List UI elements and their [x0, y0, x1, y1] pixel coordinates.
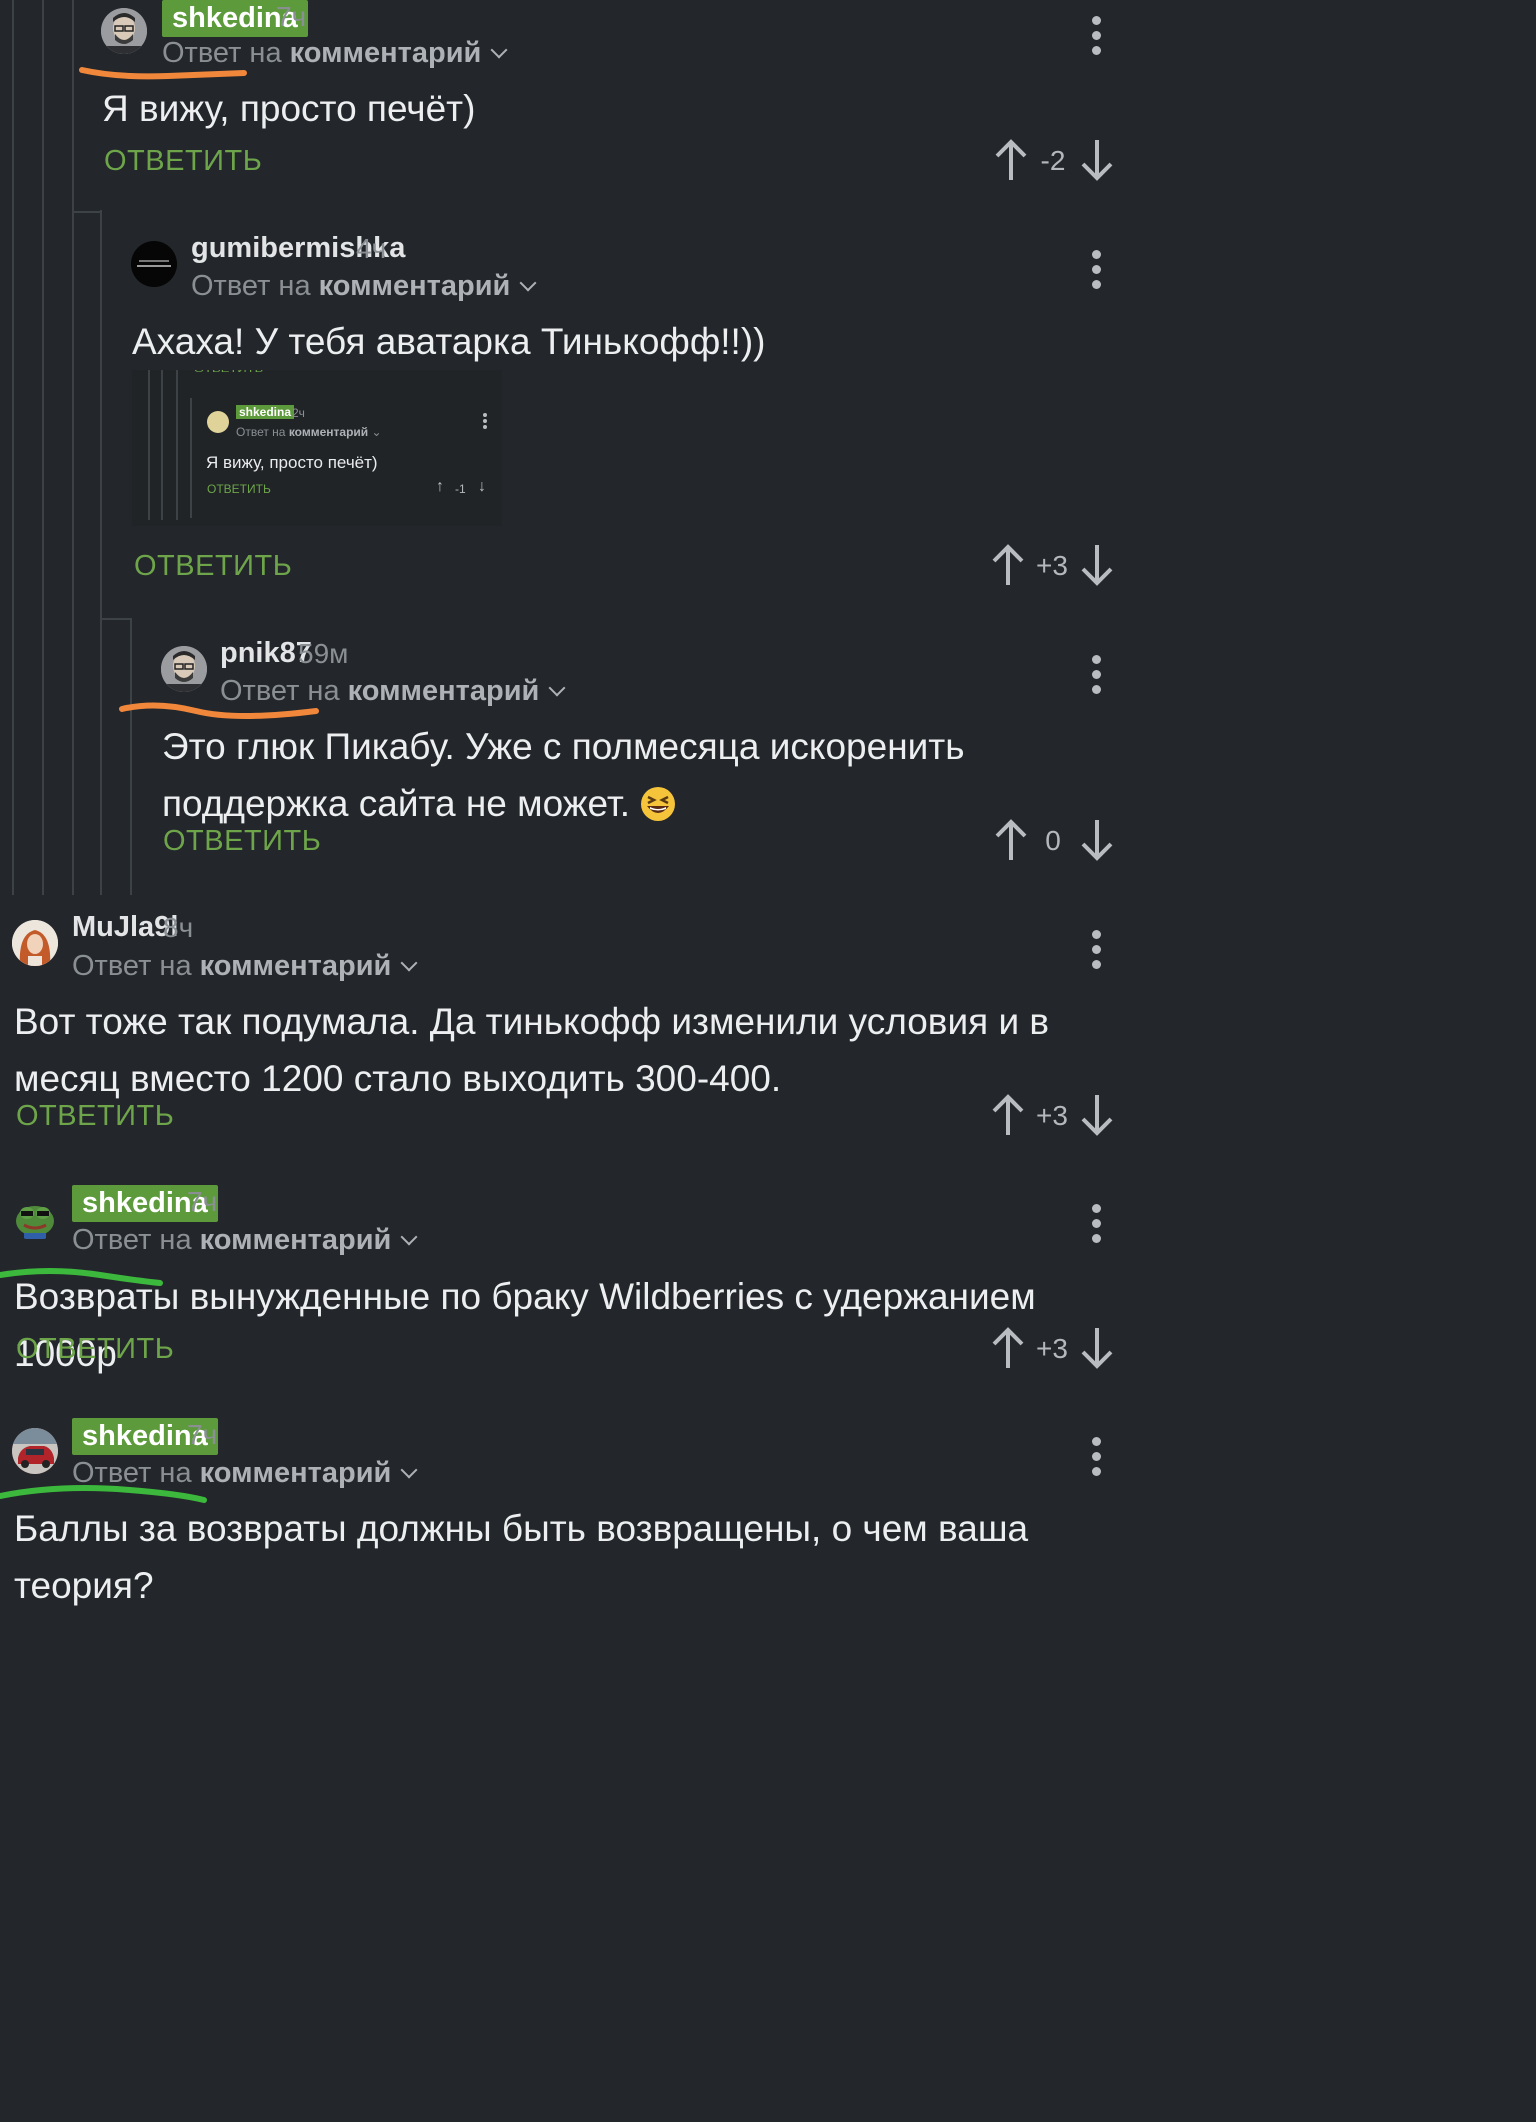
comment-time: 8ч: [163, 912, 194, 943]
chevron-down-icon: [490, 41, 508, 59]
embedded-avatar: [207, 411, 229, 433]
reply-button[interactable]: ОТВЕТИТЬ: [134, 550, 292, 583]
avatar[interactable]: [101, 8, 147, 54]
embedded-screenshot: ОТВЕТИТЬ shkedina 2ч Ответ на комментари…: [132, 370, 502, 526]
comment-text: Баллы за возвраты должны быть возвращены…: [14, 1508, 1029, 1606]
reply-button[interactable]: ОТВЕТИТЬ: [104, 145, 262, 178]
arrow-down-icon[interactable]: [1077, 1093, 1117, 1137]
comment-text: Я вижу, просто печёт): [102, 88, 476, 129]
reply-button[interactable]: ОТВЕТИТЬ: [16, 1333, 174, 1366]
embedded-arrow-down-icon: ↓: [478, 478, 486, 495]
more-vertical-icon[interactable]: [1090, 930, 1102, 974]
reply-to-link[interactable]: Ответ на комментарий: [72, 950, 418, 983]
comment-time: 7ч: [187, 1186, 218, 1217]
avatar[interactable]: [131, 241, 177, 287]
comment-text: Ахаха! У тебя аватарка Тинькофф!!)): [132, 321, 766, 362]
thread-line: [130, 618, 132, 895]
reply-button[interactable]: ОТВЕТИТЬ: [16, 1100, 174, 1133]
green-underline-mark: [0, 1268, 163, 1286]
embedded-time: 2ч: [292, 406, 305, 420]
chevron-down-icon: [400, 954, 418, 972]
avatar[interactable]: [161, 646, 207, 692]
embedded-reply-cut: ОТВЕТИТЬ: [194, 370, 263, 374]
embedded-reply-to: Ответ на комментарий ⌄: [236, 425, 382, 439]
arrow-down-icon[interactable]: [1077, 1326, 1117, 1370]
reply-to-target: комментарий: [199, 950, 392, 982]
laughing-emoji-icon: [641, 787, 676, 821]
score: -2: [1040, 145, 1066, 176]
score: +3: [1036, 1100, 1068, 1131]
reply-to-target: комментарий: [199, 1224, 392, 1256]
more-vertical-icon[interactable]: [1090, 250, 1102, 294]
comment-time: 59м: [298, 638, 349, 669]
thread-line: [12, 0, 14, 895]
embedded-more-icon: [483, 413, 487, 429]
thread-line: [100, 210, 102, 895]
embedded-author: shkedina: [236, 405, 295, 419]
arrow-down-icon[interactable]: [1077, 818, 1117, 862]
comment-time: 4ч: [356, 233, 387, 264]
embedded-score: -1: [455, 482, 466, 496]
more-vertical-icon[interactable]: [1090, 1204, 1102, 1248]
comment-text: Возвраты вынужденные по браку Wildberrie…: [14, 1276, 1036, 1374]
avatar[interactable]: [12, 920, 58, 966]
comment-time: 7ч: [276, 1, 307, 32]
more-vertical-icon[interactable]: [1090, 1437, 1102, 1481]
chevron-down-icon: [400, 1461, 418, 1479]
arrow-down-icon[interactable]: [1077, 138, 1117, 182]
comment-text: Вот тоже так подумала. Да тинькофф измен…: [14, 1001, 1050, 1099]
reply-to-link[interactable]: Ответ на комментарий: [191, 270, 537, 303]
chevron-down-icon: [519, 274, 537, 292]
reply-to-link[interactable]: Ответ на комментарий: [72, 1224, 418, 1257]
embedded-text: Я вижу, просто печёт): [206, 453, 378, 472]
reply-to-prefix: Ответ на: [191, 270, 311, 302]
score: 0: [1045, 825, 1061, 856]
avatar[interactable]: [12, 1428, 58, 1474]
reply-button[interactable]: ОТВЕТИТЬ: [163, 825, 321, 858]
arrow-down-icon[interactable]: [1077, 543, 1117, 587]
score: +3: [1036, 1333, 1068, 1364]
thread-connector: [72, 211, 102, 213]
reply-to-target: комментарий: [289, 37, 482, 69]
reply-to-prefix: Ответ на: [72, 950, 192, 982]
more-vertical-icon[interactable]: [1090, 655, 1102, 699]
chevron-down-icon: [400, 1228, 418, 1246]
thread-line: [42, 0, 44, 895]
reply-to-target: комментарий: [318, 270, 511, 302]
comment-text-content: Это глюк Пикабу. Уже с полмесяца искорен…: [162, 726, 965, 824]
comment-text: Это глюк Пикабу. Уже с полмесяца искорен…: [162, 718, 1102, 832]
score: +3: [1036, 550, 1068, 581]
more-vertical-icon[interactable]: [1090, 16, 1102, 60]
chevron-down-icon: [548, 679, 566, 697]
thread-line: [72, 210, 74, 895]
avatar[interactable]: [12, 1195, 58, 1241]
reply-to-prefix: Ответ на: [72, 1224, 192, 1256]
thread-connector: [100, 618, 132, 620]
reply-to-target: комментарий: [199, 1457, 392, 1489]
reply-to-target: комментарий: [347, 675, 540, 707]
green-underline-mark: [0, 1485, 207, 1503]
orange-underline-mark: [119, 702, 319, 719]
embedded-arrow-up-icon: ↑: [436, 478, 444, 495]
embedded-reply-button: ОТВЕТИТЬ: [207, 482, 271, 496]
comment-time: 7ч: [187, 1419, 218, 1450]
orange-underline-mark: [79, 67, 247, 80]
